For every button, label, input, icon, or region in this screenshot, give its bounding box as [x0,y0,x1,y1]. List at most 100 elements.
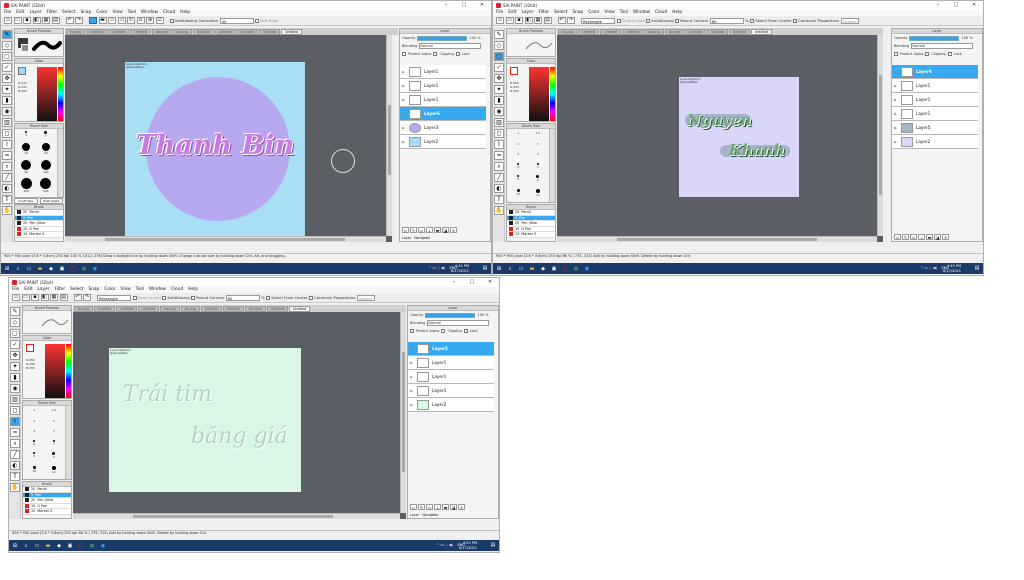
pencil-icon[interactable]: ✎ [2,30,12,39]
size-cell[interactable]: 8 [509,175,528,188]
menu-select[interactable]: Select [70,287,83,292]
from-center-checkbox[interactable] [266,295,271,300]
navigator-icon[interactable]: ▤ [51,17,60,24]
round-corners-option[interactable]: Round Corners [675,18,708,23]
lasso-icon[interactable]: ✓ [494,63,504,72]
eye-icon[interactable]: ◉ [400,140,406,144]
menu-snap[interactable]: Snap [88,287,99,292]
hue-slider[interactable] [550,67,555,121]
menu-file[interactable]: File [12,287,19,292]
from-center-checkbox[interactable] [750,18,755,23]
clear-icon[interactable]: ▬ [442,504,449,510]
soft-edge-option[interactable]: Soft Edge [255,18,278,23]
eye-icon[interactable]: ◉ [892,70,898,74]
new-linework-icon[interactable]: ✎ [902,234,909,240]
header-button[interactable]: Header [840,17,859,24]
new-layer-icon[interactable]: ▫ [402,227,409,233]
protect-alpha-checkbox[interactable] [894,52,898,56]
size-cell[interactable]: 20 [37,142,56,159]
eraser-icon[interactable]: ◇ [10,318,20,327]
layer-row[interactable]: ◉ Layer1 [892,79,978,93]
eye-icon[interactable]: ◉ [408,347,414,351]
magic-wand-icon[interactable]: ✦ [10,362,20,371]
blending-select[interactable]: Normal [427,320,490,326]
smudge-icon[interactable]: ≈ [494,151,504,160]
size-cell[interactable]: 10 [25,465,44,480]
eye-icon[interactable]: ◉ [892,126,898,130]
windows-icon[interactable]: ⊞ [496,266,502,272]
pencil-icon[interactable]: ✎ [494,30,504,39]
bucket-icon[interactable]: ◉ [494,107,504,116]
menu-file[interactable]: File [4,10,11,15]
brush-size-scrollbar[interactable] [549,129,555,202]
notification-icon[interactable]: ▤ [490,542,496,548]
select-icon[interactable]: ▢ [10,329,20,338]
menu-filter[interactable]: Filter [55,287,66,292]
sai-icon[interactable]: ▣ [551,266,557,272]
round-value-input[interactable]: 60 [225,294,260,301]
size-cell[interactable]: 2 [25,419,44,429]
size-cell[interactable]: 5 [17,131,36,142]
lock-checkbox[interactable] [947,52,952,56]
constrain-checkbox[interactable] [309,295,314,300]
menu-color[interactable]: Color [588,10,599,15]
size-cell[interactable]: 6 [25,439,44,452]
task-view-icon[interactable]: ▭ [26,266,32,272]
explorer-icon[interactable]: ▬ [37,266,43,272]
constrain-option[interactable]: Constrain Proportions [793,18,839,23]
eyedropper-icon[interactable]: ⌕ [10,439,20,448]
opera-icon[interactable]: ◯ [78,543,84,549]
size-cell[interactable]: 5 [45,429,64,439]
stamp-icon[interactable]: ◐ [494,184,504,193]
grid-icon[interactable]: ▦ [42,17,50,24]
eye-icon[interactable]: ◉ [400,70,406,74]
hand-icon[interactable]: ✋ [494,206,504,215]
brush-icon[interactable]: ⌇ [2,140,12,149]
opacity-slider[interactable] [425,312,476,318]
size-cell[interactable]: 6 [509,162,528,175]
menu-help[interactable]: Help [672,10,682,15]
rotate-icon[interactable]: ↻ [127,17,135,24]
navigator-icon[interactable]: ▤ [59,294,68,301]
explorer-icon[interactable]: ▬ [45,543,51,549]
brush-icon[interactable]: ⌇ [10,417,20,426]
eraser-icon[interactable]: ◇ [2,41,12,50]
protect-alpha-checkbox[interactable] [410,329,414,333]
size-cell[interactable]: 3 [529,142,548,152]
layer-row[interactable]: ◉ Layer1 [408,356,494,370]
bucket-icon[interactable]: ◉ [2,107,12,116]
protect-alpha-checkbox[interactable] [402,52,406,56]
select-icon[interactable]: ▢ [494,52,504,61]
magic-wand-icon[interactable]: ✦ [2,85,12,94]
current-color-swatch[interactable] [18,67,26,75]
clipping-checkbox[interactable] [433,52,438,56]
size-cell[interactable]: 12 [45,465,64,480]
maximize-button[interactable]: □ [947,1,965,9]
flip-icon[interactable]: ◁ [117,17,126,24]
text-icon[interactable]: T [10,472,20,481]
minimize-button[interactable]: – [929,1,947,9]
size-cell[interactable]: 10 [509,188,528,203]
layer-row-selected[interactable]: ◉ Layer6 [400,107,486,121]
new-layer-icon[interactable]: ▫ [410,504,417,510]
undo-icon[interactable]: ↶ [73,294,82,301]
edge-icon[interactable]: ◉ [100,543,106,549]
eraser-icon[interactable]: ◇ [494,41,504,50]
size-cell[interactable]: 60 [17,159,36,178]
redo-icon[interactable]: ↷ [567,17,575,24]
eye-icon[interactable]: ◉ [400,126,406,130]
maximize-button[interactable]: □ [463,278,481,286]
layer-row[interactable]: ◉ Layer2 [892,135,978,149]
save-icon[interactable]: ▪ [31,294,39,301]
hue-slider[interactable] [58,67,63,121]
eye-icon[interactable]: ◉ [408,403,414,407]
round-value-input[interactable]: 60 [709,17,744,24]
antialias-checkbox[interactable] [162,295,167,300]
size-cell[interactable]: 2 [509,142,528,152]
smudge-icon[interactable]: ≈ [2,151,12,160]
antialias-option[interactable]: AntiAliasing [646,18,674,23]
size-cell[interactable]: 200 [17,178,36,197]
layer-row[interactable]: ◉ Layer1 [408,370,494,384]
clear-icon[interactable]: ▬ [926,234,933,240]
merge-icon[interactable]: ⇣ [426,227,433,233]
